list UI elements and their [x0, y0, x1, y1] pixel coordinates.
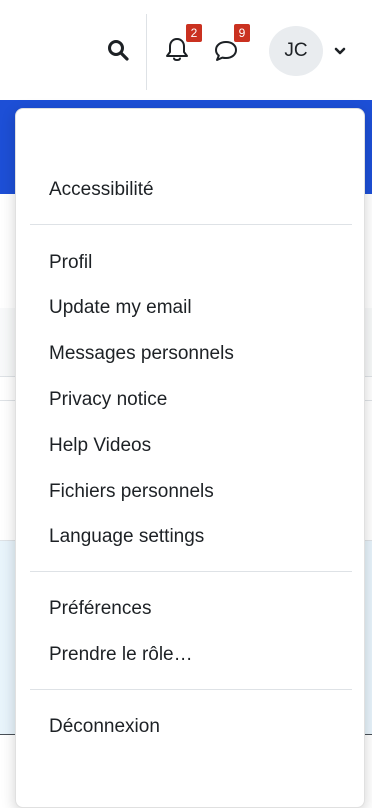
- search-icon: [108, 40, 129, 61]
- user-dropdown-menu: Accessibilité Profil Update my email Mes…: [15, 108, 365, 808]
- user-menu-toggle[interactable]: [331, 42, 349, 60]
- menu-item-logout[interactable]: Déconnexion: [49, 716, 160, 738]
- menu-divider: [30, 224, 352, 225]
- message-count-badge: 9: [234, 24, 250, 42]
- top-navbar: 2 9 JC: [0, 0, 372, 100]
- user-avatar[interactable]: JC: [269, 26, 323, 76]
- notification-count-badge: 2: [186, 24, 202, 42]
- menu-divider: [30, 689, 352, 690]
- menu-item-private-messages[interactable]: Messages personnels: [49, 343, 234, 365]
- menu-item-profile[interactable]: Profil: [49, 252, 92, 274]
- menu-item-preferences[interactable]: Préférences: [49, 598, 151, 620]
- menu-item-update-email[interactable]: Update my email: [49, 297, 192, 319]
- menu-item-privacy-notice[interactable]: Privacy notice: [49, 389, 167, 411]
- chevron-down-icon: [334, 47, 346, 55]
- menu-item-help-videos[interactable]: Help Videos: [49, 435, 151, 457]
- menu-divider: [30, 571, 352, 572]
- menu-item-accessibility[interactable]: Accessibilité: [49, 179, 154, 201]
- search-button[interactable]: [104, 36, 132, 64]
- navbar-divider: [146, 14, 147, 90]
- menu-item-switch-role[interactable]: Prendre le rôle…: [49, 644, 193, 666]
- menu-item-private-files[interactable]: Fichiers personnels: [49, 481, 214, 503]
- menu-item-language-settings[interactable]: Language settings: [49, 526, 204, 548]
